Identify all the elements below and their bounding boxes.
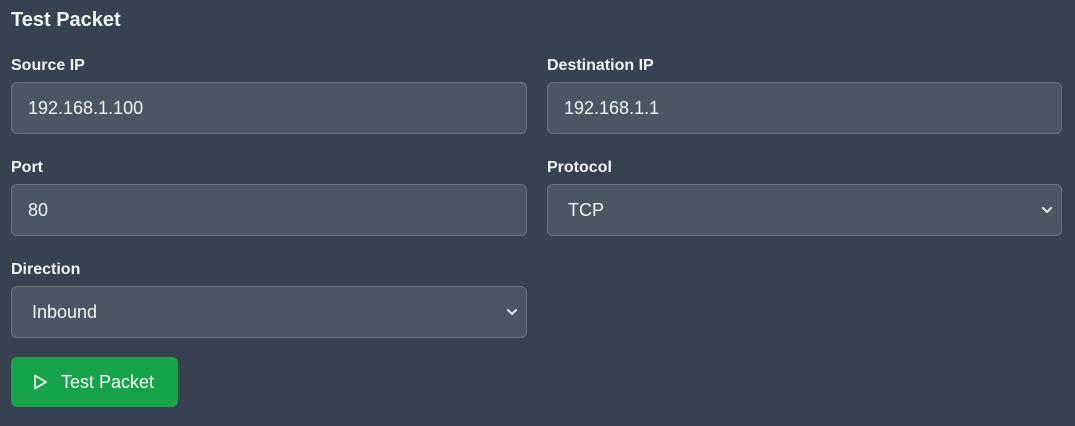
destination-ip-input[interactable] [547, 82, 1062, 134]
direction-label: Direction [11, 261, 81, 278]
protocol-selected-value: TCP [568, 200, 604, 220]
port-input[interactable] [11, 184, 527, 236]
test-packet-button[interactable]: Test Packet [11, 357, 178, 407]
chevron-down-icon [507, 309, 517, 315]
source-ip-input[interactable] [11, 82, 527, 134]
direction-select[interactable]: Inbound [11, 286, 527, 338]
protocol-select[interactable]: TCP [547, 184, 1062, 236]
chevron-down-icon [1042, 207, 1052, 213]
destination-ip-label: Destination IP [547, 57, 654, 74]
test-packet-button-label: Test Packet [61, 372, 155, 392]
direction-selected-value: Inbound [32, 302, 98, 322]
play-icon [34, 374, 47, 390]
protocol-label: Protocol [547, 159, 612, 176]
panel-title: Test Packet [11, 9, 121, 31]
test-packet-panel: Test Packet Source IP Destination IP Por… [0, 0, 1075, 426]
port-label: Port [11, 159, 43, 176]
source-ip-label: Source IP [11, 57, 85, 74]
